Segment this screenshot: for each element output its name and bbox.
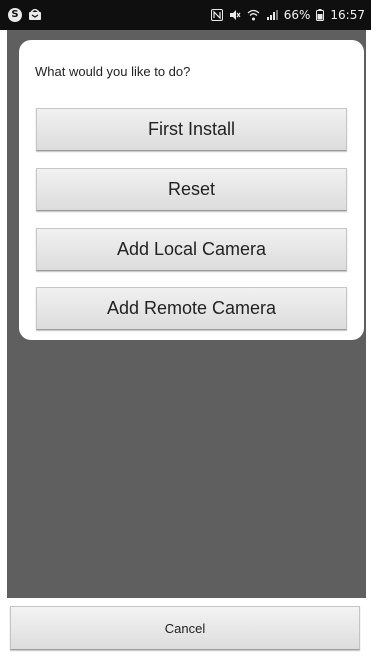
battery-icon — [316, 7, 325, 23]
wifi-icon — [247, 7, 260, 23]
dialog-title: What would you like to do? — [35, 64, 191, 79]
nfc-icon — [210, 7, 223, 23]
clock: 16:57 — [330, 8, 365, 22]
status-right-icons: 66% 16:57 — [210, 7, 365, 23]
skype-icon: S — [8, 8, 22, 22]
screen-edge-left — [0, 30, 7, 657]
reset-button[interactable]: Reset — [36, 168, 347, 211]
add-local-camera-button[interactable]: Add Local Camera — [36, 228, 347, 271]
first-install-button[interactable]: First Install — [36, 108, 347, 151]
footer-bar: Cancel — [7, 598, 366, 657]
status-left-icons: S — [8, 7, 42, 23]
add-remote-camera-button[interactable]: Add Remote Camera — [36, 287, 347, 330]
status-bar: S 66% 16:57 — [0, 0, 371, 30]
mute-icon — [229, 7, 241, 23]
battery-percent: 66% — [283, 8, 311, 22]
signal-icon — [266, 7, 278, 23]
cancel-button[interactable]: Cancel — [10, 606, 360, 650]
action-dialog: What would you like to do? First Install… — [19, 40, 364, 340]
notification-icon — [28, 7, 42, 23]
